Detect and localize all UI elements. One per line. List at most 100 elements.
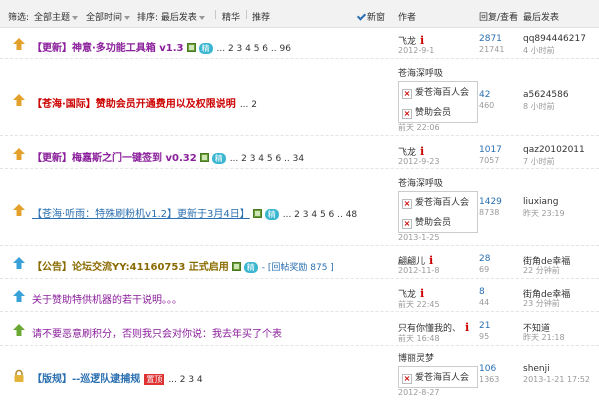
sort-filter[interactable]: 排序: 最后发表 (137, 10, 205, 23)
popup-author[interactable]: 博丽灵梦 (398, 351, 478, 364)
last-post-time[interactable]: 22 分钟前 (523, 265, 560, 276)
last-poster[interactable]: a5624586 (523, 90, 569, 100)
thread-row: 【更新】神意·多功能工具箱 v1.3 精... 2 3 4 5 6 .. 96 飞… (0, 29, 599, 59)
last-post-time[interactable]: 昨天 23:19 (523, 208, 565, 219)
last-poster[interactable]: qaz20102011 (523, 145, 585, 155)
popup-author[interactable]: 苍海深呼吸 (398, 176, 478, 189)
reply-reward[interactable]: - [回帖奖励 875 ] (262, 263, 334, 273)
digest-badge: 精 (211, 153, 226, 164)
topic-filter[interactable]: 全部主题 (34, 10, 79, 23)
reply-count[interactable]: 2871 (479, 34, 502, 44)
thread-title[interactable]: 【苍海·听雨：特殊刷粉机v1.2】更新于3月4日】 精 ... 2 3 4 5 6 … (32, 205, 357, 220)
time-filter[interactable]: 全部时间 (86, 10, 131, 23)
broken-image-icon: × (402, 89, 412, 99)
chevron-down-icon (124, 15, 131, 20)
thread-title[interactable]: 【版规】--巡逻队逮捕规 置顶... 2 3 4 (32, 370, 203, 385)
medal-item: × 赞助会员 (402, 105, 474, 119)
thread-title-text: 【苍海·国际】赞助会员开通费用以及权限说明 (32, 99, 236, 110)
digest-badge: 精 (243, 262, 258, 273)
thread-title-text: 关于赞助特供机器的若干说明。。。 (32, 295, 182, 306)
reply-count[interactable]: 8 (479, 287, 485, 297)
pagination[interactable]: ... 2 3 4 5 6 .. 96 (217, 44, 291, 54)
post-date: 2012-8-27 (398, 388, 440, 397)
reply-count[interactable]: 42 (479, 90, 490, 100)
last-post-time[interactable]: 2013-1-21 17:52 (523, 375, 590, 384)
orange-up-arrow-icon (13, 38, 25, 50)
divider: | (245, 10, 249, 20)
broken-image-icon: × (402, 219, 412, 229)
orange-up-arrow-icon (13, 204, 25, 216)
post-date: 前天 16:48 (398, 334, 440, 343)
author-card-popup: 苍海深呼吸 × 爱苍海百人会 × 赞助会员 (398, 176, 478, 233)
pagination[interactable]: ... 2 3 4 5 6 .. 34 (230, 154, 304, 164)
digest-badge: 精 (198, 43, 213, 54)
recommend-link[interactable]: 推荐 (252, 10, 270, 23)
filter-label: 筛选: (8, 13, 30, 23)
thread-title[interactable]: 【更新】梅嘉斯之门一键签到 v0.32 精 ... 2 3 4 5 6 .. 34 (32, 149, 304, 164)
last-post-time[interactable]: 8 小时前 (523, 101, 555, 112)
last-poster[interactable]: qq894446217 (523, 34, 586, 44)
view-count: 21741 (479, 45, 505, 54)
col-author: 作者 (398, 13, 417, 23)
post-date: 2012-9-23 (398, 157, 440, 166)
view-count: 69 (479, 265, 490, 274)
info-icon: i (465, 321, 470, 334)
time-filter-label: 全部时间 (86, 13, 123, 23)
thread-title[interactable]: 【苍海·国际】赞助会员开通费用以及权限说明 ... 2 (32, 95, 257, 110)
lock-icon (14, 369, 24, 382)
last-poster[interactable]: liuxiang (523, 197, 558, 207)
view-count: 1363 (479, 375, 500, 384)
broken-image-icon: × (402, 199, 412, 209)
reply-count[interactable]: 1429 (479, 197, 502, 207)
thread-title[interactable]: 关于赞助特供机器的若干说明。。。 (32, 291, 182, 306)
last-post-time[interactable]: 4 小时前 (523, 45, 555, 56)
new-window-toggle[interactable]: 新窗 (357, 10, 385, 23)
reply-count[interactable]: 28 (479, 254, 490, 264)
view-count: 8738 (479, 208, 500, 217)
pagination[interactable]: ... 2 (240, 100, 257, 110)
thread-row: 【版规】--巡逻队逮捕规 置顶... 2 3 4 博丽灵梦 × 爱苍海百人会 201… (0, 347, 599, 400)
blue-up-arrow-icon (13, 290, 25, 302)
thread-title-text: 【公告】论坛交流YY:41160753 正式启用 (32, 262, 229, 273)
green-up-arrow-icon (13, 324, 25, 336)
reply-count[interactable]: 21 (479, 321, 490, 331)
view-count: 44 (479, 298, 490, 307)
chevron-down-icon (72, 15, 79, 20)
thread-row: 请不要恶意刷积分，否则我只会对你说：我去年买了个表 只有你懂我的、 i 前天 16… (0, 313, 599, 346)
thread-title-text: 【苍海·听雨：特殊刷粉机v1.2】更新于3月4日】 (32, 209, 250, 220)
medal-label: 爱苍海百人会 (415, 88, 470, 98)
medal-item: × 爱苍海百人会 (402, 195, 474, 209)
post-date: 前天 22:45 (398, 300, 440, 309)
thread-title[interactable]: 【更新】神意·多功能工具箱 v1.3 精 ... 2 3 4 5 6 .. 96 (32, 39, 291, 54)
medal-label: 爱苍海百人会 (415, 198, 470, 208)
medal-item: × 爱苍海百人会 (402, 85, 474, 99)
orange-up-arrow-icon (13, 148, 25, 160)
medal-label: 赞助会员 (415, 218, 452, 228)
reply-count[interactable]: 106 (479, 364, 496, 374)
checkbox-checked-icon (357, 13, 365, 21)
digest-link[interactable]: 精华 (222, 10, 240, 23)
medal-label: 赞助会员 (415, 108, 452, 118)
medal-label: 爱苍海百人会 (415, 373, 470, 383)
image-attachment-icon (186, 43, 196, 52)
thread-row: 【公告】论坛交流YY:41160753 正式启用精 - [回帖奖励 875 ] 翩… (0, 247, 599, 279)
last-post-time[interactable]: 7 小时前 (523, 156, 555, 167)
thread-title[interactable]: 【公告】论坛交流YY:41160753 正式启用 精 - [回帖奖励 875 ] (32, 258, 334, 273)
thread-title[interactable]: 请不要恶意刷积分，否则我只会对你说：我去年买了个表 (32, 325, 282, 340)
view-count: 460 (479, 101, 495, 110)
thread-title-text: 【更新】神意·多功能工具箱 v1.3 (32, 43, 184, 54)
pagination[interactable]: ... 2 3 4 5 6 .. 48 (283, 210, 357, 220)
post-date: 前天 22:06 (398, 123, 440, 132)
pagination[interactable]: ... 2 3 4 (168, 375, 202, 385)
topic-filter-label: 全部主题 (34, 13, 71, 23)
blue-up-arrow-icon (13, 257, 25, 269)
author-card-popup: 苍海深呼吸 × 爱苍海百人会 × 赞助会员 (398, 66, 478, 123)
popup-author[interactable]: 苍海深呼吸 (398, 66, 478, 79)
reply-count[interactable]: 1017 (479, 145, 502, 155)
image-attachment-icon (199, 153, 209, 162)
last-post-time[interactable]: 23 分钟前 (523, 298, 560, 309)
last-post-time[interactable]: 昨天 21:18 (523, 332, 565, 343)
medal-item: × 爱苍海百人会 (402, 370, 474, 384)
last-poster[interactable]: shenji (523, 364, 550, 374)
view-count: 95 (479, 332, 490, 341)
